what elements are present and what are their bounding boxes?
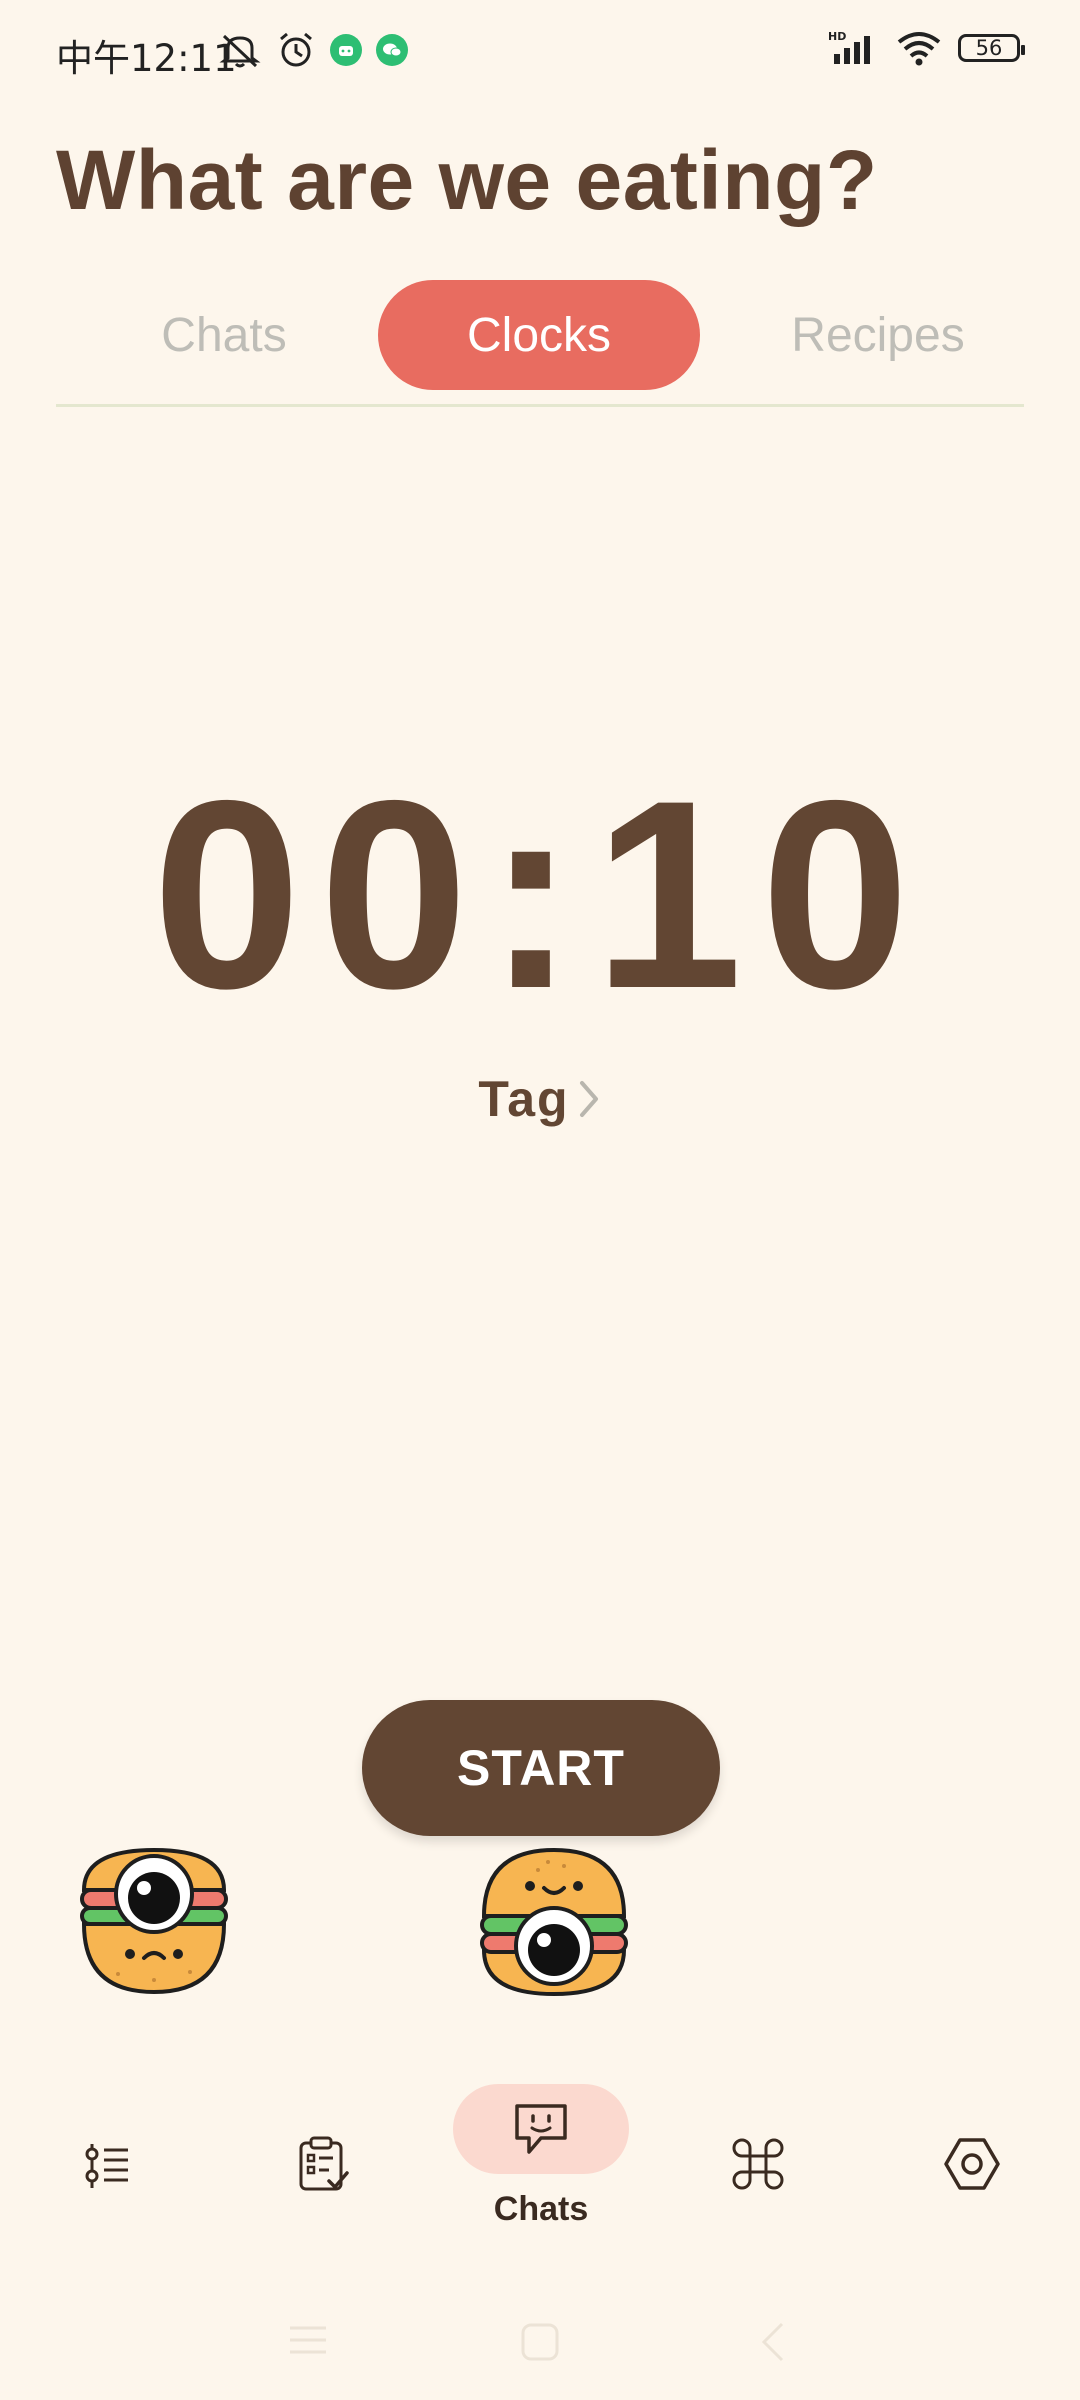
- home-nav-icon[interactable]: [520, 2322, 560, 2362]
- status-time: 中午12:11: [56, 37, 237, 80]
- signal-hd-label: HD: [828, 30, 846, 43]
- tab-clocks[interactable]: Clocks: [378, 280, 700, 390]
- tab-recipes[interactable]: Recipes: [750, 280, 1006, 390]
- status-bar: 中午12:11 HD 56: [0, 0, 1080, 104]
- tag-selector[interactable]: Tag: [0, 1070, 1080, 1128]
- system-navigation-bar: [0, 2300, 1080, 2380]
- nav-item-tasks[interactable]: [284, 2122, 364, 2206]
- tab-bar: Chats Clocks Recipes: [56, 280, 1024, 407]
- command-icon: [732, 2138, 784, 2190]
- happy-burger-mascot-icon: [480, 1847, 628, 1997]
- menu-nav-icon[interactable]: [288, 2322, 328, 2358]
- status-notification-icons: [218, 30, 408, 70]
- chat-smile-icon: [515, 2104, 567, 2154]
- chevron-right-icon: [579, 1081, 598, 1117]
- tag-label: Tag: [478, 1071, 570, 1127]
- nav-item-chats[interactable]: [495, 2089, 587, 2169]
- signal-icon: HD: [828, 30, 870, 64]
- sad-burger-mascot-icon: [80, 1847, 228, 1995]
- start-button[interactable]: START: [362, 1700, 720, 1836]
- nav-item-settings[interactable]: [930, 2122, 1014, 2206]
- wechat-notification-icon: [376, 34, 408, 66]
- alarm-icon: [280, 32, 312, 67]
- battery-indicator: 56: [958, 34, 1025, 62]
- back-nav-icon[interactable]: [758, 2320, 788, 2364]
- status-system-icons: HD 56: [828, 30, 1025, 66]
- nav-item-apps[interactable]: [716, 2122, 800, 2206]
- wifi-icon: [897, 32, 941, 66]
- nav-label-chats[interactable]: Chats: [453, 2190, 629, 2229]
- nav-item-list-settings[interactable]: [68, 2126, 148, 2206]
- tab-chats[interactable]: Chats: [104, 280, 344, 390]
- mute-bell-icon: [219, 34, 261, 68]
- android-notification-icon: [330, 34, 362, 66]
- page-title: What are we eating?: [56, 133, 878, 227]
- hexagon-settings-icon: [944, 2138, 1000, 2190]
- timer-display[interactable]: 00:10: [0, 760, 1080, 1028]
- list-settings-icon: [85, 2144, 128, 2188]
- clipboard-check-icon: [299, 2136, 349, 2191]
